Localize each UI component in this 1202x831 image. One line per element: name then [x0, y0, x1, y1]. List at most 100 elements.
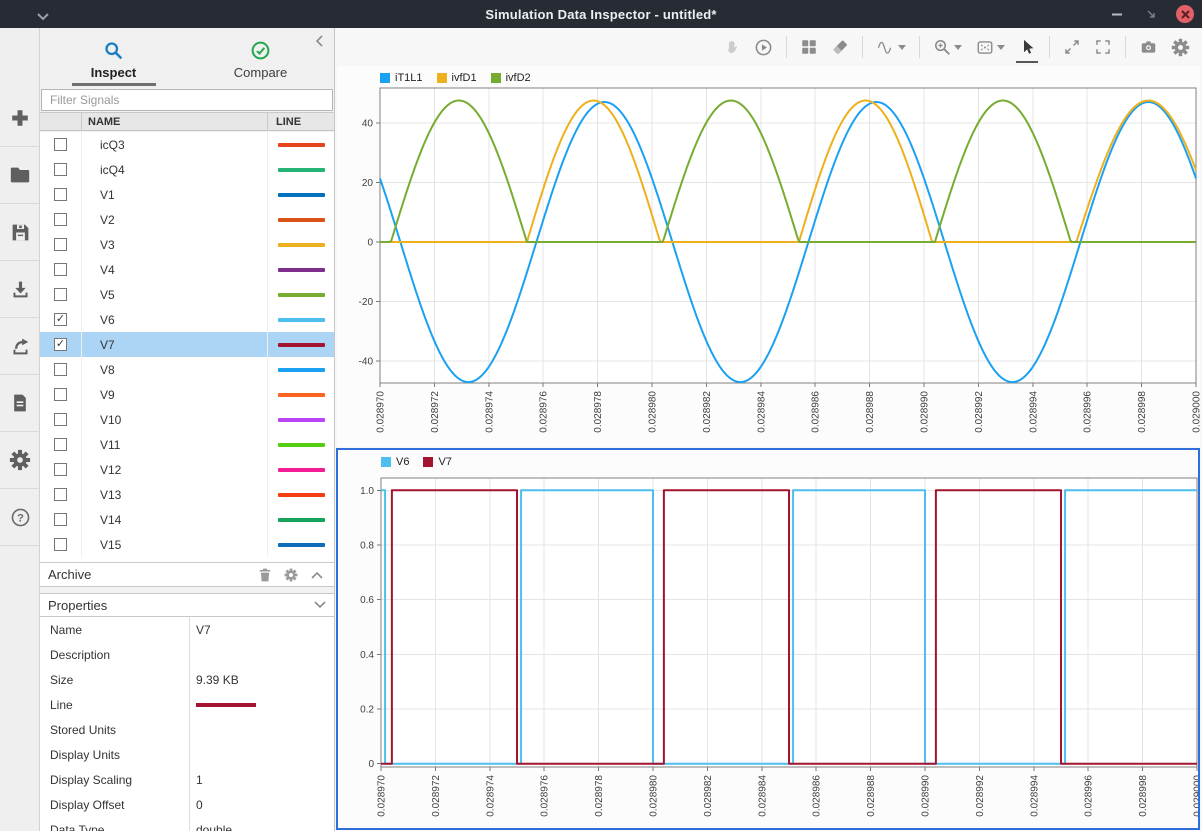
signal-row[interactable]: V14: [40, 507, 334, 532]
signal-line-swatch[interactable]: [278, 493, 325, 497]
export-button[interactable]: [0, 318, 40, 375]
signal-checkbox[interactable]: ✓: [54, 313, 67, 326]
properties-chevron-down-icon[interactable]: [314, 596, 326, 614]
chart-plot-top[interactable]: 0.0289700.0289720.0289740.0289760.028978…: [337, 66, 1200, 447]
property-value[interactable]: [190, 742, 334, 767]
signal-checkbox[interactable]: [54, 263, 67, 276]
signal-row[interactable]: V2: [40, 207, 334, 232]
signal-checkbox[interactable]: [54, 388, 67, 401]
signal-checkbox[interactable]: [54, 163, 67, 176]
import-button[interactable]: [0, 261, 40, 318]
help-button[interactable]: ?: [0, 489, 40, 546]
signal-row[interactable]: icQ4: [40, 157, 334, 182]
signal-row[interactable]: V11: [40, 432, 334, 457]
pointer-tool-button[interactable]: [1018, 35, 1036, 59]
signal-line-swatch[interactable]: [278, 518, 325, 522]
minimize-button[interactable]: [1108, 5, 1126, 23]
snapshot-button[interactable]: [1139, 35, 1158, 59]
replay-button[interactable]: [754, 35, 773, 59]
signal-row[interactable]: V5: [40, 282, 334, 307]
chart-tile-top[interactable]: 0.0289700.0289720.0289740.0289760.028978…: [337, 66, 1200, 447]
signal-line-swatch[interactable]: [278, 368, 325, 372]
signal-checkbox[interactable]: [54, 438, 67, 451]
signal-line-swatch[interactable]: [278, 268, 325, 272]
property-line-swatch[interactable]: [196, 703, 256, 707]
signal-row[interactable]: icQ3: [40, 132, 334, 157]
signal-line-swatch[interactable]: [278, 293, 325, 297]
layout-button[interactable]: [800, 35, 818, 59]
signal-name[interactable]: V2: [82, 207, 268, 232]
restore-button[interactable]: [1142, 5, 1160, 23]
legend-item-ivfD2[interactable]: ivfD2: [491, 72, 531, 84]
property-value[interactable]: 1: [190, 767, 334, 792]
signal-line-swatch[interactable]: [278, 343, 325, 347]
signal-row[interactable]: V9: [40, 382, 334, 407]
archive-collapse-chevron-up-icon[interactable]: [308, 567, 326, 583]
preferences-button[interactable]: [0, 432, 40, 489]
add-button[interactable]: [0, 90, 40, 147]
window-menu-chevron-icon[interactable]: [36, 9, 50, 19]
signal-line-swatch[interactable]: [278, 318, 325, 322]
signal-line-swatch[interactable]: [278, 468, 325, 472]
signal-row[interactable]: V13: [40, 482, 334, 507]
expand-button[interactable]: [1063, 35, 1081, 59]
signal-line-swatch[interactable]: [278, 243, 325, 247]
signal-row[interactable]: V4: [40, 257, 334, 282]
property-value[interactable]: 9.39 KB: [190, 667, 334, 692]
signal-line-swatch[interactable]: [278, 143, 325, 147]
signal-checkbox[interactable]: [54, 513, 67, 526]
signal-checkbox[interactable]: [54, 538, 67, 551]
legend-item-V7[interactable]: V7: [423, 456, 451, 468]
signal-checkbox[interactable]: [54, 238, 67, 251]
zoom-in-button[interactable]: [933, 35, 962, 59]
clear-signals-button[interactable]: [831, 35, 849, 59]
signal-line-swatch[interactable]: [278, 393, 325, 397]
signal-name[interactable]: V11: [82, 432, 268, 457]
signal-name[interactable]: V13: [82, 482, 268, 507]
collapse-panel-chevron-icon[interactable]: [315, 34, 327, 46]
legend-item-V6[interactable]: V6: [381, 456, 409, 468]
signal-row[interactable]: V3: [40, 232, 334, 257]
signal-name[interactable]: V9: [82, 382, 268, 407]
signal-line-swatch[interactable]: [278, 168, 325, 172]
signal-line-swatch[interactable]: [278, 543, 325, 547]
property-value[interactable]: [190, 692, 334, 717]
legend-item-iT1L1[interactable]: iT1L1: [380, 72, 423, 84]
property-value[interactable]: [190, 642, 334, 667]
signal-checkbox[interactable]: ✓: [54, 338, 67, 351]
property-value[interactable]: [190, 717, 334, 742]
signal-name[interactable]: V12: [82, 457, 268, 482]
open-button[interactable]: [0, 147, 40, 204]
signal-name[interactable]: V7: [82, 332, 268, 357]
signal-row[interactable]: V10: [40, 407, 334, 432]
archive-settings-gear-icon[interactable]: [282, 567, 300, 583]
signal-checkbox[interactable]: [54, 413, 67, 426]
signal-line-swatch[interactable]: [278, 193, 325, 197]
chart-plot-bottom[interactable]: 0.0289700.0289720.0289740.0289760.028978…: [338, 450, 1198, 828]
signal-checkbox[interactable]: [54, 363, 67, 376]
legend-item-ivfD1[interactable]: ivfD1: [437, 72, 477, 84]
trash-icon[interactable]: [256, 567, 274, 583]
signal-name[interactable]: V3: [82, 232, 268, 257]
signal-row[interactable]: ✓ V7: [40, 332, 334, 357]
signal-line-swatch[interactable]: [278, 218, 325, 222]
properties-header[interactable]: Properties: [40, 593, 334, 617]
save-button[interactable]: [0, 204, 40, 261]
signal-checkbox[interactable]: [54, 213, 67, 226]
settings-button[interactable]: [1171, 35, 1190, 59]
signal-checkbox[interactable]: [54, 288, 67, 301]
signal-name[interactable]: V10: [82, 407, 268, 432]
signal-name[interactable]: V5: [82, 282, 268, 307]
property-value[interactable]: 0: [190, 792, 334, 817]
signal-line-swatch[interactable]: [278, 418, 325, 422]
fit-to-view-button[interactable]: [975, 35, 1005, 59]
signal-row[interactable]: V8: [40, 357, 334, 382]
signal-checkbox[interactable]: [54, 488, 67, 501]
signal-name[interactable]: V1: [82, 182, 268, 207]
property-value[interactable]: V7: [190, 617, 334, 642]
signal-checkbox[interactable]: [54, 138, 67, 151]
tab-inspect[interactable]: Inspect: [40, 28, 187, 88]
signal-name[interactable]: V8: [82, 357, 268, 382]
report-button[interactable]: [0, 375, 40, 432]
signal-name[interactable]: icQ4: [82, 157, 268, 182]
